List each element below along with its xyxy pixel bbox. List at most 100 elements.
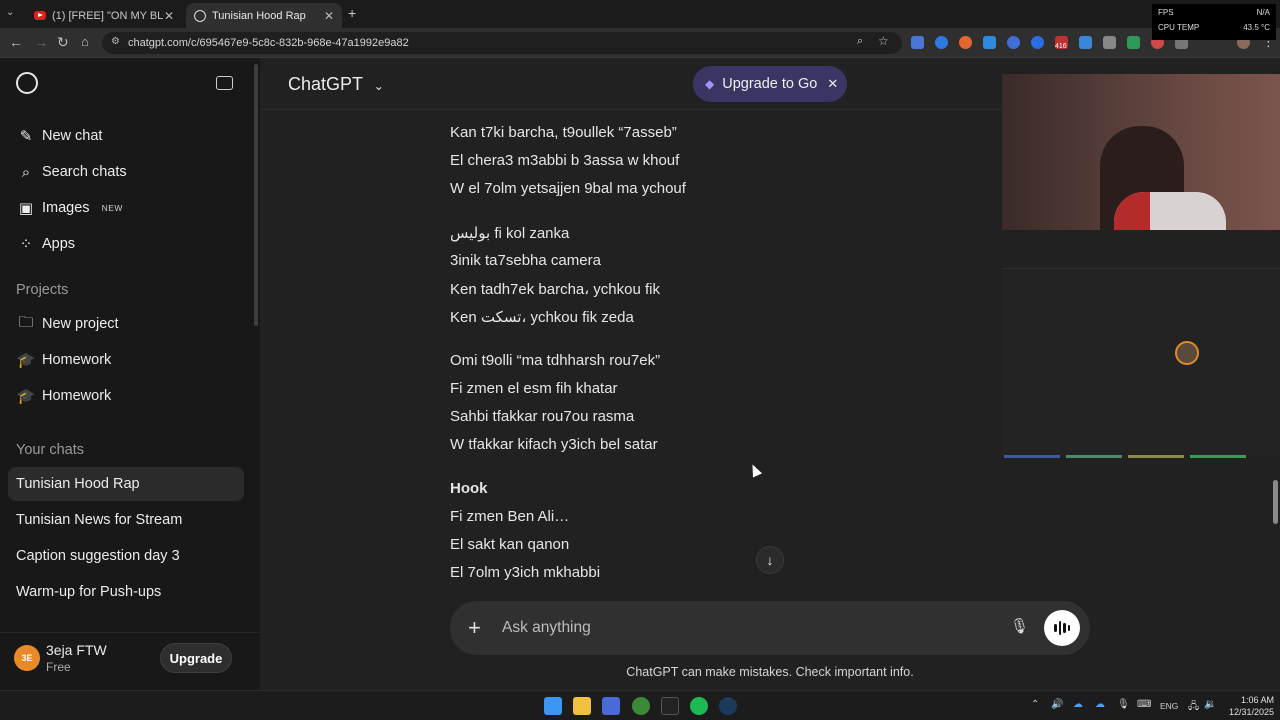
lyric-line: Ken tadh7ek barcha، ychkou fik [450,281,660,298]
keyboard-icon[interactable]: ⌨ [1137,699,1151,710]
lyric-line: Omi t9olli “ma tdhharsh rou7ek” [450,352,661,369]
close-tab-icon[interactable]: ✕ [164,9,174,23]
sidebar-item-label: New chat [42,128,103,144]
microphone-icon[interactable]: 🎙 [1010,617,1029,635]
clock[interactable]: 1:06 AM 12/31/2025 [1224,694,1274,718]
user-plan: Free [46,660,71,674]
sidebar-item-project[interactable]: 🎓 Homework [8,379,244,413]
site-info-icon[interactable]: ⚙ [111,36,120,47]
cloud-icon[interactable]: ☁ [1095,699,1105,710]
lyric-line: W el 7olm yetsajjen 9bal ma ychouf [450,180,686,197]
sidebar-item-label: Images [42,200,90,216]
close-icon[interactable]: ✕ [827,76,838,92]
new-badge: NEW [101,203,123,213]
network-icon[interactable]: 🖧 [1188,699,1199,716]
sidebar-scrollbar[interactable] [253,58,259,690]
microphone-tray-icon[interactable]: 🎙 [1117,699,1130,710]
chat-item-active[interactable]: Tunisian Hood Rap [8,467,244,501]
user-account-bar[interactable]: 3E 3eja FTW Free Upgrade [0,632,260,690]
lyric-line: Fi zmen Ben Ali… [450,508,570,525]
bookmark-star-icon[interactable]: ☆ [878,34,889,48]
volume-icon[interactable]: 🔊 [1051,699,1063,710]
projects-heading: Projects [16,282,69,298]
new-tab-plus-icon[interactable]: + [348,5,356,21]
tab-title: Tunisian Hood Rap [212,9,306,22]
chat-item[interactable]: Tunisian News for Stream [8,503,244,537]
diamond-icon: ◆ [705,77,715,91]
windows-taskbar: ⌃ 🔊 ☁ ☁ 🎙 ⌨ ENG 🖧 🔉 1:06 AM 12/31/2025 [0,690,1280,720]
chat-item[interactable]: Warm-up for Push-ups [8,575,244,609]
toggle-sidebar-icon[interactable] [216,76,233,90]
fps-label: FPS [1158,8,1174,17]
disclaimer-text: ChatGPT can make mistakes. Check importa… [626,665,914,679]
browser-tab-youtube[interactable]: (1) [FREE] "ON MY BLOCK" - Ra ✕ [26,3,182,28]
user-name: 3eja FTW [46,642,107,658]
model-selector[interactable]: ChatGPT ⌄ [288,74,384,95]
cpu-temp-label: CPU TEMP [1158,23,1200,32]
extension-icon[interactable] [1079,36,1092,49]
sidebar-item-label: Homework [42,388,112,404]
main-scrollbar[interactable] [1271,58,1280,690]
lyric-line: W tfakkar kifach y3ich bel satar [450,436,658,453]
browser-tab-bar: ⌄ (1) [FREE] "ON MY BLOCK" - Ra ✕ Tunisi… [0,0,1280,28]
upgrade-button[interactable]: Upgrade [160,643,232,673]
zoom-icon[interactable]: ⌕ [857,35,863,48]
translate-extension-icon[interactable] [911,36,924,49]
sidebar-item-search-chats[interactable]: ⌕ Search chats [8,155,244,189]
close-tab-icon[interactable]: ✕ [324,9,334,23]
browser-tab-chatgpt[interactable]: Tunisian Hood Rap ✕ [186,3,342,28]
terminal-icon[interactable] [661,697,679,715]
fps-overlay: FPS N/A CPU TEMP 43.5 °C [1152,4,1276,40]
extension-icon[interactable] [959,36,972,49]
onedrive-icon[interactable]: ☁ [1073,699,1083,710]
reload-icon[interactable]: ↻ [57,34,69,51]
store-icon[interactable] [602,697,620,715]
your-chats-heading: Your chats [16,442,84,458]
voice-mode-button[interactable] [1044,610,1080,646]
back-arrow-icon[interactable]: ← [9,34,23,50]
extension-icon[interactable] [1103,36,1116,49]
extension-icon[interactable] [935,36,948,49]
sidebar-item-label: Search chats [42,164,127,180]
chat-item-label: Warm-up for Push-ups [16,584,162,600]
youtube-icon [34,11,46,20]
steam-icon[interactable] [719,697,737,715]
chat-item[interactable]: Caption suggestion day 3 [8,539,244,573]
spotify-icon[interactable] [690,697,708,715]
file-explorer-icon[interactable] [573,697,591,715]
start-windows-icon[interactable] [544,697,562,715]
scroll-to-bottom-button[interactable]: ↓ [756,546,784,574]
sidebar-item-apps[interactable]: ⁘ Apps [8,227,244,261]
upgrade-to-go-pill[interactable]: ◆ Upgrade to Go ✕ [693,66,847,102]
sidebar-item-images[interactable]: ▣ Images NEW [8,191,244,225]
openai-logo-icon[interactable] [16,72,38,94]
chrome-icon[interactable] [632,697,650,715]
forward-arrow-icon[interactable]: → [34,34,48,50]
fps-value: N/A [1256,8,1270,17]
ask-input[interactable] [502,618,982,638]
home-icon[interactable]: ⌂ [81,34,89,49]
browser-toolbar: ← → ↻ ⌂ ⚙ chatgpt.com/c/695467e9-5c8c-83… [0,28,1280,58]
sidebar-item-project[interactable]: 🎓 Homework [8,343,244,377]
url-bar[interactable]: ⚙ chatgpt.com/c/695467e9-5c8c-832b-968e-… [102,32,902,54]
folder-plus-icon: 🗀 [18,313,34,331]
sidebar-item-new-project[interactable]: 🗀 New project [8,307,244,341]
avatar [1175,341,1199,365]
add-attachment-plus-icon[interactable]: + [468,615,481,641]
extension-icon[interactable] [983,36,996,49]
graduation-cap-icon: 🎓 [16,352,36,369]
bell-extension-icon[interactable] [1007,36,1020,49]
tab-title: (1) [FREE] "ON MY BLOCK" - Ra [52,9,164,22]
clock-time: 1:06 AM [1240,695,1274,705]
lyric-line: El sakt kan qanon [450,536,570,553]
chat-item-label: Caption suggestion day 3 [16,548,180,564]
tab-search-chevron-icon[interactable]: ⌄ [6,7,14,18]
language-indicator[interactable]: ENG [1160,701,1178,711]
sidebar-item-new-chat[interactable]: ✎ New chat [8,119,244,153]
tray-chevron-icon[interactable]: ⌃ [1031,699,1039,710]
cpu-temp-value: 43.5 °C [1243,23,1270,32]
shield-extension-icon[interactable] [1031,36,1044,49]
extension-icon[interactable] [1127,36,1140,49]
speaker-icon[interactable]: 🔉 [1204,699,1216,710]
chat-item-label: Tunisian News for Stream [16,512,183,528]
